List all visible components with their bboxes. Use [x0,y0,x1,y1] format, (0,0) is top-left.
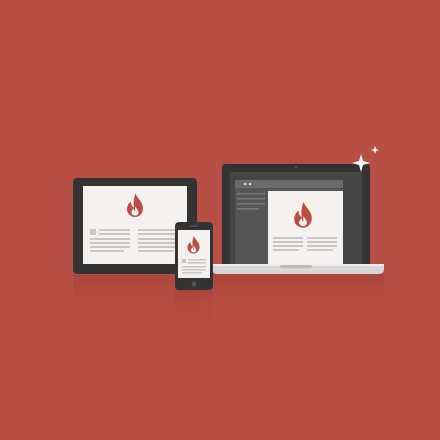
home-button [191,281,197,287]
text-line [307,245,337,247]
sidebar-line [237,198,265,200]
text-line [188,259,206,261]
text-line [138,242,180,244]
text-line [307,241,337,243]
window-close-dot [238,182,242,186]
text-line [138,233,180,235]
text-line [307,249,333,251]
text-line [90,246,130,248]
phone-reflection [175,290,213,340]
camera-dot [294,166,298,169]
text-line [99,229,130,231]
text-line [138,229,180,231]
image-placeholder [90,229,96,235]
phone-speaker [190,225,198,227]
sidebar-line [237,208,259,210]
text-line [138,246,180,248]
laptop-device [212,164,384,274]
window-maximize-dot [248,182,252,186]
text-line [90,250,124,252]
sparkle-icon [371,146,379,154]
text-line [182,269,206,271]
text-line [273,241,303,243]
text-line [138,238,180,240]
text-line [182,266,206,268]
text-line [188,262,206,264]
image-placeholder [182,259,186,263]
text-line [273,237,303,239]
laptop-reflection [212,274,384,330]
sidebar-line [237,203,265,205]
text-line [273,245,303,247]
floor-reflection [73,274,384,340]
text-line [307,237,337,239]
text-line [138,250,174,252]
phone-device [175,222,213,290]
window-minimize-dot [243,182,247,186]
text-line [182,272,202,274]
responsive-devices-illustration [73,146,384,340]
text-line [90,238,130,240]
illustration-canvas [0,0,440,440]
sidebar-line [237,193,265,195]
text-line [99,233,130,235]
text-line [273,249,299,251]
browser-content [268,191,343,264]
laptop-notch [280,265,312,268]
text-line [90,242,130,244]
